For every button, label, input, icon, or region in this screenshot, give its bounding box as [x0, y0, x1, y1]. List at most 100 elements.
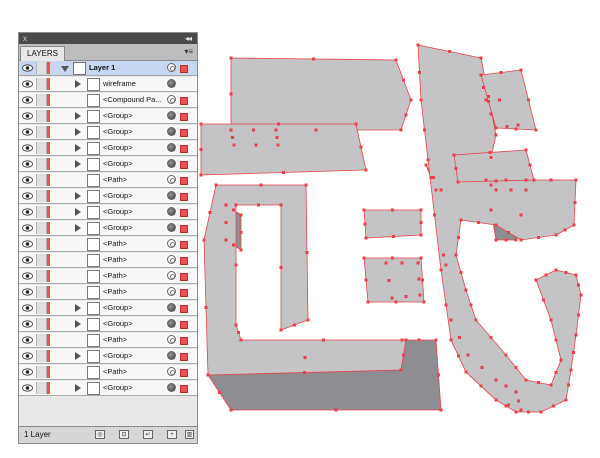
selection-indicator-icon[interactable] [180, 129, 188, 137]
anchor-point[interactable] [434, 188, 438, 192]
anchor-point[interactable] [276, 143, 280, 147]
anchor-point[interactable] [514, 127, 518, 131]
anchor-point[interactable] [391, 208, 394, 212]
anchor-point[interactable] [433, 213, 436, 217]
layer-row[interactable]: <Path> [19, 333, 197, 348]
lock-toggle[interactable] [36, 318, 47, 330]
anchor-point[interactable] [417, 277, 421, 281]
anchor-point[interactable] [479, 384, 483, 388]
target-circle-icon[interactable] [167, 207, 176, 216]
anchor-point[interactable] [489, 112, 493, 116]
anchor-point[interactable] [552, 404, 555, 408]
anchor-point[interactable] [409, 98, 413, 102]
lock-toggle[interactable] [36, 334, 47, 346]
target-circle-icon[interactable] [167, 319, 176, 328]
target-circle-icon[interactable] [167, 271, 176, 280]
expand-triangle-icon[interactable] [75, 128, 81, 136]
anchor-point[interactable] [494, 378, 498, 382]
anchor-point[interactable] [524, 178, 528, 182]
anchor-point[interactable] [498, 98, 501, 102]
expand-triangle-icon[interactable] [75, 80, 81, 88]
new-sublayer-icon[interactable]: ↵ [143, 430, 153, 439]
visibility-eye-icon[interactable] [22, 272, 33, 280]
anchor-point[interactable] [449, 338, 453, 342]
target-circle-icon[interactable] [167, 223, 176, 232]
anchor-point[interactable] [204, 306, 208, 309]
anchor-point[interactable] [419, 208, 423, 212]
anchor-point[interactable] [387, 279, 391, 282]
anchor-point[interactable] [574, 333, 578, 337]
visibility-eye-icon[interactable] [22, 128, 33, 136]
lock-toggle[interactable] [36, 190, 47, 202]
anchor-point[interactable] [364, 168, 368, 172]
make-clipping-mask-icon[interactable]: ⊡ [119, 430, 129, 439]
anchor-point[interactable] [534, 278, 538, 282]
layer-row[interactable]: <Path> [19, 285, 197, 300]
layer-row[interactable]: <Group> [19, 205, 197, 220]
anchor-point[interactable] [259, 183, 263, 187]
target-circle-icon[interactable] [167, 351, 176, 360]
layer-row[interactable]: wireframe [19, 77, 197, 92]
selection-indicator-icon[interactable] [180, 289, 188, 297]
layer-row[interactable]: <Group> [19, 125, 197, 140]
collapse-triangle-icon[interactable] [61, 66, 69, 72]
anchor-point[interactable] [257, 203, 260, 207]
trash-icon[interactable]: ▥ [185, 430, 194, 439]
visibility-eye-icon[interactable] [22, 208, 33, 216]
panel-title-bar[interactable]: x ◂◂ [19, 33, 197, 44]
anchor-point[interactable] [421, 278, 424, 282]
anchor-point[interactable] [399, 128, 403, 132]
layer-row[interactable]: <Group> [19, 317, 197, 332]
anchor-point[interactable] [454, 253, 458, 257]
anchor-point[interactable] [439, 268, 443, 272]
layer-row[interactable]: <Compound Pa... [19, 93, 197, 108]
anchor-point[interactable] [254, 143, 258, 147]
anchor-point[interactable] [422, 300, 426, 304]
lock-toggle[interactable] [36, 94, 47, 106]
anchor-point[interactable] [519, 213, 523, 217]
expand-triangle-icon[interactable] [75, 224, 81, 232]
lock-toggle[interactable] [36, 350, 47, 362]
anchor-point[interactable] [404, 295, 408, 298]
target-circle-icon[interactable] [167, 175, 176, 184]
anchor-point[interactable] [554, 268, 558, 272]
anchor-point[interactable] [489, 183, 493, 187]
anchor-point[interactable] [274, 128, 278, 132]
expand-triangle-icon[interactable] [75, 192, 81, 200]
artwork-canvas[interactable] [196, 40, 596, 420]
anchor-point[interactable] [509, 188, 513, 192]
anchor-point[interactable] [489, 336, 493, 339]
anchor-point[interactable] [399, 368, 403, 372]
anchor-point[interactable] [466, 353, 470, 357]
target-circle-icon[interactable] [167, 367, 176, 376]
anchor-point[interactable] [419, 233, 423, 237]
anchor-point[interactable] [514, 366, 518, 369]
anchor-point[interactable] [480, 366, 484, 369]
anchor-point[interactable] [366, 300, 370, 304]
anchor-point[interactable] [419, 221, 423, 224]
anchor-point[interactable] [564, 398, 568, 402]
anchor-point[interactable] [454, 167, 458, 170]
selection-indicator-icon[interactable] [180, 65, 188, 73]
anchor-point[interactable] [572, 223, 576, 227]
anchor-point[interactable] [199, 122, 203, 126]
anchor-point[interactable] [229, 92, 233, 96]
anchor-point[interactable] [426, 158, 430, 162]
target-circle-icon[interactable] [167, 63, 176, 72]
anchor-point[interactable] [279, 203, 283, 207]
anchor-point[interactable] [206, 373, 210, 377]
lock-toggle[interactable] [36, 174, 47, 186]
anchor-point[interactable] [418, 71, 421, 74]
visibility-eye-icon[interactable] [22, 256, 33, 264]
layer-row[interactable]: <Group> [19, 157, 197, 172]
layer-row[interactable]: <Group> [19, 189, 197, 204]
visibility-eye-icon[interactable] [22, 352, 33, 360]
anchor-point[interactable] [391, 256, 394, 260]
anchor-point[interactable] [504, 238, 508, 242]
target-circle-icon[interactable] [167, 303, 176, 312]
target-circle-icon[interactable] [167, 159, 176, 168]
target-circle-icon[interactable] [167, 335, 176, 344]
anchor-point[interactable] [404, 113, 408, 117]
target-circle-icon[interactable] [167, 239, 176, 248]
anchor-point[interactable] [494, 179, 498, 183]
